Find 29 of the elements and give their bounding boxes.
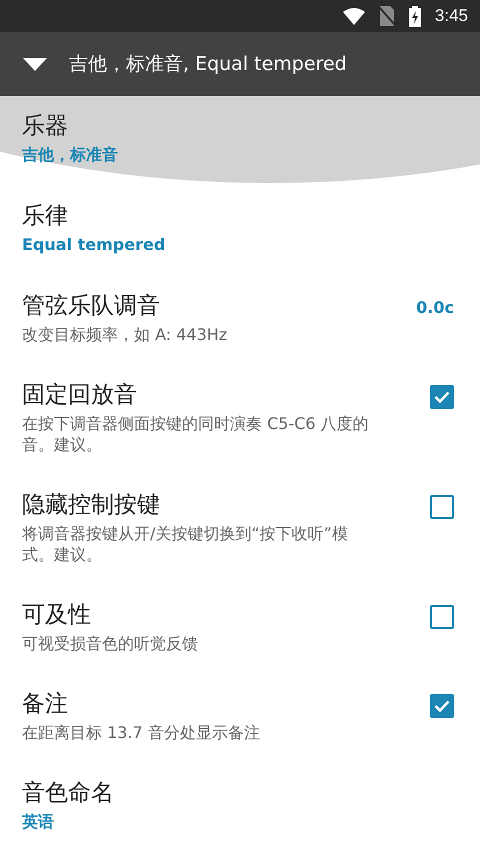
preference-summary: 在按下调音器侧面按键的同时演奏 C5-C6 八度的音。建议。 bbox=[22, 413, 370, 455]
checkbox[interactable] bbox=[430, 495, 454, 519]
no-sim-icon bbox=[378, 6, 395, 26]
preference-summary: 改变目标频率，如 A: 443Hz bbox=[22, 324, 228, 345]
wifi-icon bbox=[342, 8, 365, 24]
checkbox[interactable] bbox=[430, 694, 454, 718]
checkbox[interactable] bbox=[430, 385, 454, 409]
checkmark-icon bbox=[434, 700, 450, 712]
preference-summary: 将调音器按键从开/关按键切换到“按下收听”模式。建议。 bbox=[22, 523, 349, 565]
preference-title: 备注 bbox=[22, 690, 69, 719]
battery-charging-icon bbox=[408, 6, 421, 26]
preference-title: 乐律 bbox=[22, 202, 69, 231]
preference-value: 吉他，标准音 bbox=[22, 144, 119, 166]
preference-summary: 可视受损音色的听觉反馈 bbox=[22, 633, 199, 654]
preference-title: 乐器 bbox=[22, 112, 69, 141]
toolbar-title: 吉他，标准音, Equal tempered bbox=[69, 52, 347, 77]
preference-reading: 0.0c bbox=[416, 298, 454, 317]
preference-title: 可及性 bbox=[22, 601, 92, 630]
preference-summary: 在距离目标 13.7 音分处显示备注 bbox=[22, 722, 261, 743]
checkmark-icon bbox=[434, 391, 450, 403]
preference-title: 管弦乐队调音 bbox=[22, 292, 161, 321]
preference-value: Equal tempered bbox=[22, 234, 166, 256]
checkbox[interactable] bbox=[430, 605, 454, 629]
preference-title: 隐藏控制按键 bbox=[22, 491, 161, 520]
preference-value: 英语 bbox=[22, 811, 55, 833]
preference-title: 固定回放音 bbox=[22, 381, 138, 410]
status-time: 3:45 bbox=[434, 6, 468, 26]
dropdown-triangle-icon[interactable] bbox=[23, 58, 47, 70]
preference-title: 音色命名 bbox=[22, 779, 115, 808]
